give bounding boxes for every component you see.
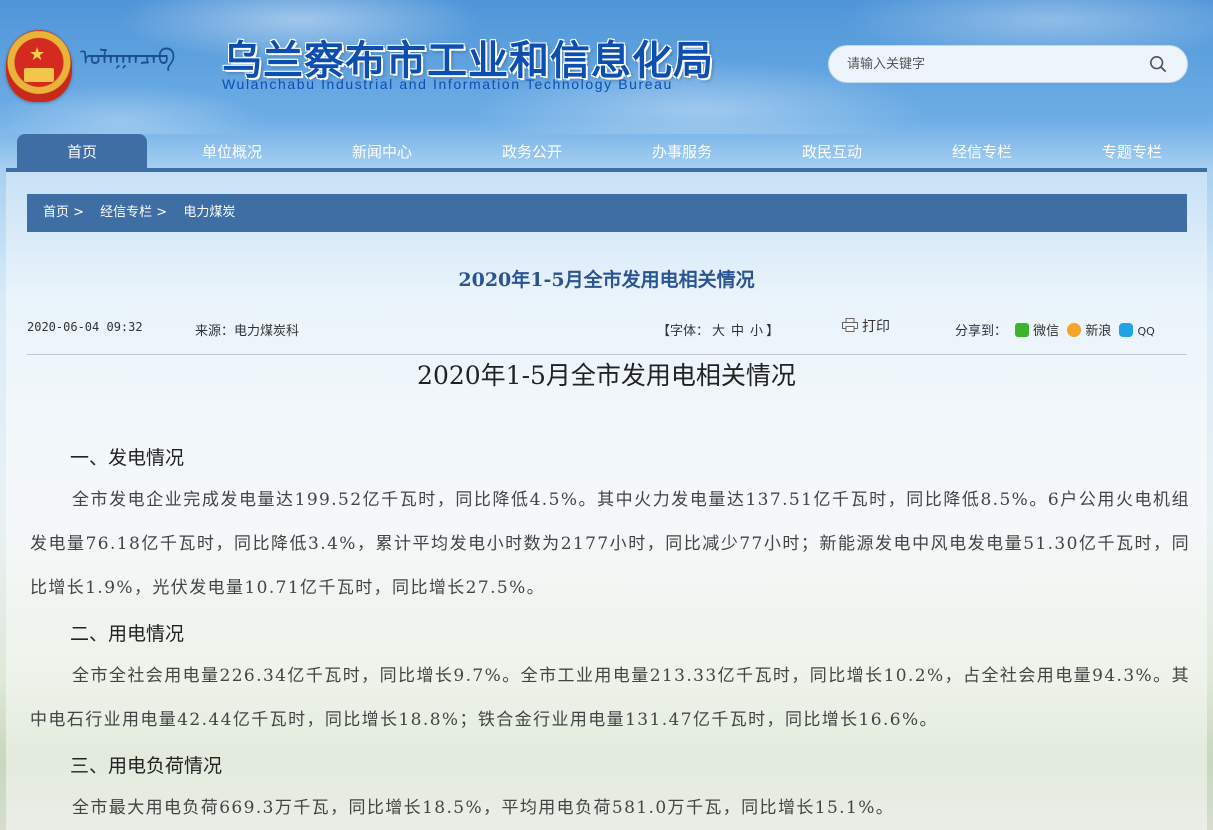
print-label: 打印	[862, 319, 890, 335]
nav-item-column[interactable]: 经信专栏	[917, 134, 1047, 170]
search-icon[interactable]	[1149, 55, 1167, 73]
search-input[interactable]	[847, 54, 1137, 74]
share-qq[interactable]: QQ	[1137, 325, 1154, 338]
font-size-end: 】	[766, 324, 780, 339]
nav-item-interaction[interactable]: 政民互动	[767, 134, 897, 170]
nav-item-services[interactable]: 办事服务	[617, 134, 747, 170]
publish-date: 2020-06-04 09:32	[27, 320, 143, 334]
meta-divider	[27, 354, 1187, 355]
nav-item-public-affairs[interactable]: 政务公开	[467, 134, 597, 170]
weibo-icon[interactable]	[1067, 323, 1082, 337]
main-nav: 首页 单位概况 新闻中心 政务公开 办事服务 政民互动 经信专栏 专题专栏	[0, 134, 1213, 172]
article-source: 来源：电力煤炭科	[195, 324, 300, 339]
section-heading-load: 三、用电负荷情况	[70, 755, 223, 777]
mongolian-script: ᠤᠯᠠᠭᠠᠨᠴᠠᠪ	[80, 46, 176, 71]
section-text-load: 全市最大用电负荷669.3万千瓦，同比增长18.5%，平均用电负荷581.0万千…	[72, 798, 895, 818]
font-size-medium[interactable]: 中	[731, 324, 744, 339]
site-subtitle: Wulanchabu Industrial and Information Te…	[222, 76, 673, 92]
share-weibo[interactable]: 新浪	[1085, 324, 1111, 339]
font-size-small[interactable]: 小	[750, 324, 763, 339]
printer-icon	[842, 318, 858, 332]
share-wechat[interactable]: 微信	[1033, 324, 1059, 339]
wechat-icon[interactable]	[1015, 323, 1030, 337]
breadcrumb-current[interactable]: 电力煤炭	[183, 205, 235, 220]
share-label: 分享到：	[955, 324, 1008, 339]
section-text-generation: 全市发电企业完成发电量达199.52亿千瓦时，同比降低4.5%。其中火力发电量达…	[30, 490, 1190, 598]
breadcrumb: 首页 > 经信专栏 > 电力煤炭	[27, 194, 1187, 232]
article-meta: 2020-06-04 09:32 来源：电力煤炭科 【字体：大中小】 打印 分享…	[27, 318, 1187, 342]
section-heading-consumption: 二、用电情况	[70, 623, 185, 645]
font-size-large[interactable]: 大	[712, 324, 725, 339]
site-header: ᠤᠯᠠᠭᠠᠨᠴᠠᠪ 乌兰察布市工业和信息化局 Wulanchabu Indust…	[0, 0, 1213, 134]
font-size-label: 【字体：	[657, 324, 710, 339]
search-box	[828, 45, 1188, 83]
qq-icon[interactable]	[1119, 323, 1134, 337]
article-title: 2020年1-5月全市发用电相关情况	[458, 269, 755, 291]
nav-item-news[interactable]: 新闻中心	[317, 134, 447, 170]
nav-item-home[interactable]: 首页	[17, 134, 147, 172]
section-text-consumption: 全市全社会用电量226.34亿千瓦时，同比增长9.7%。全市工业用电量213.3…	[30, 666, 1190, 730]
share-bar: 分享到： 微信 新浪 QQ	[955, 320, 1155, 339]
nav-item-topics[interactable]: 专题专栏	[1067, 134, 1197, 170]
breadcrumb-home[interactable]: 首页 >	[43, 205, 84, 220]
font-size-control: 【字体：大中小】	[657, 320, 779, 339]
section-heading-generation: 一、发电情况	[70, 447, 185, 469]
nav-item-about[interactable]: 单位概况	[167, 134, 297, 170]
breadcrumb-column[interactable]: 经信专栏 >	[100, 205, 167, 220]
body-title: 2020年1-5月全市发用电相关情况	[417, 361, 796, 390]
national-emblem-icon	[6, 30, 72, 102]
print-button[interactable]: 打印	[842, 316, 890, 336]
